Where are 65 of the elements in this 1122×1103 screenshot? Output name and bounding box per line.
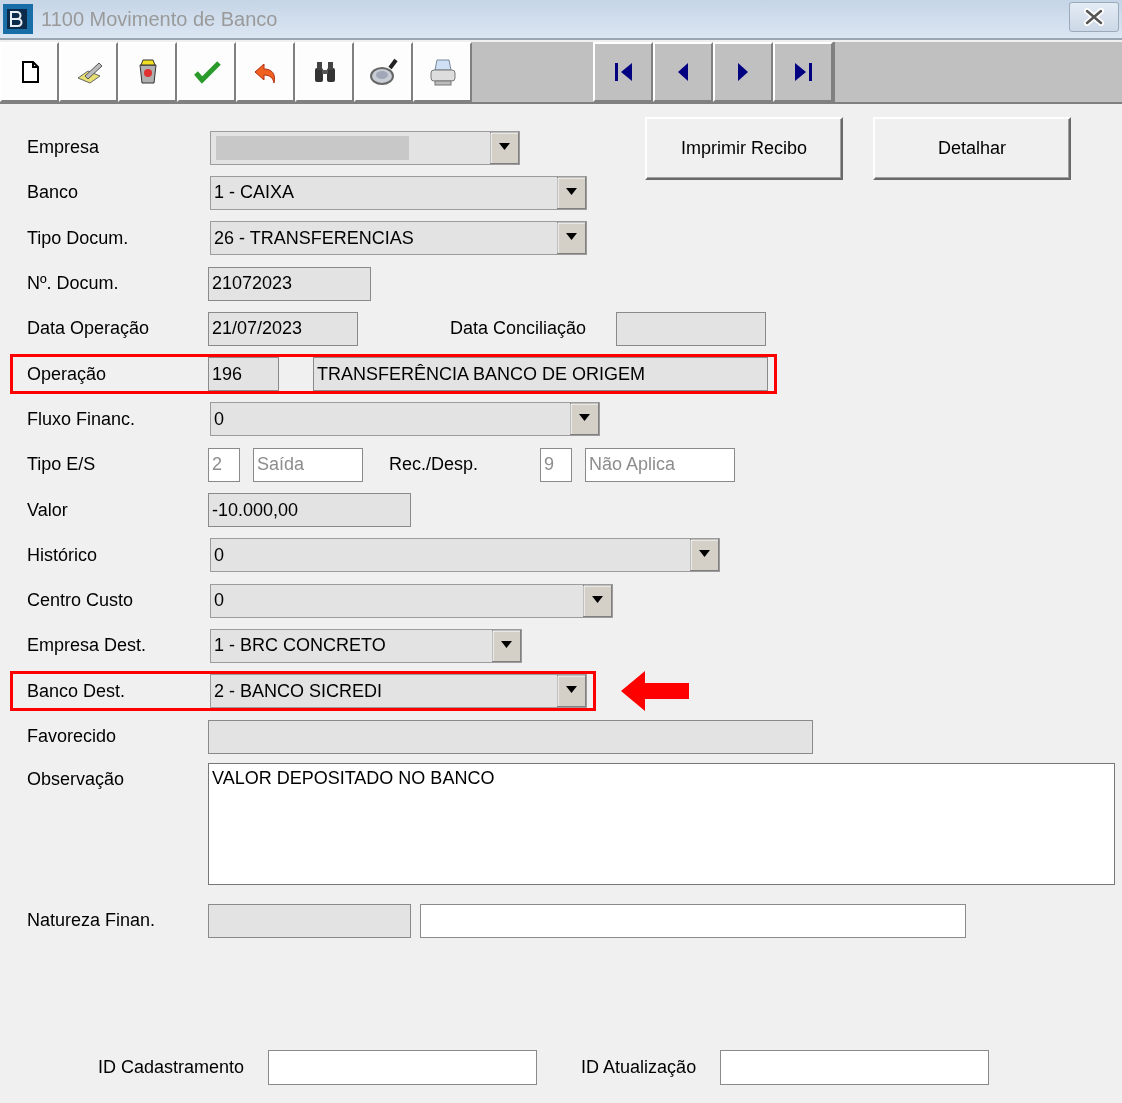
navigation-button[interactable] [593,42,653,102]
text-field[interactable] [268,1050,538,1086]
first-record-icon [614,63,632,81]
text-field[interactable] [720,1050,990,1086]
text-field[interactable]: -10.000,00 [208,493,411,527]
field-label: Fluxo Financ. [27,408,137,430]
text-field[interactable]: TRANSFERÊNCIA BANCO DE ORIGEM [313,357,768,392]
dropdown-arrow-icon[interactable] [583,584,612,617]
action-button[interactable]: Imprimir Recibo [645,117,843,180]
dropdown-field[interactable]: 0 [210,583,613,618]
close-button[interactable] [1069,2,1119,32]
toolbar-button[interactable] [295,42,354,102]
text-field[interactable] [420,903,966,938]
dropdown-field[interactable]: 1 - BRC CONCRETO [210,628,522,663]
dropdown-arrow-icon[interactable] [492,629,521,662]
field-label: Operação [27,363,108,385]
previous-record-icon [678,63,688,81]
field-label: Centro Custo [27,590,135,612]
field-label: Histórico [27,544,98,566]
field-label: Empresa Dest. [27,635,148,657]
dropdown-arrow-icon[interactable] [557,176,586,209]
field-label: Nº. Docum. [27,273,120,295]
dropdown-field[interactable] [210,130,520,165]
text-field[interactable]: 196 [208,357,279,392]
dropdown-arrow-icon[interactable] [690,539,719,572]
field-label: Data Conciliação [450,318,588,340]
field-label: Natureza Finan. [27,910,157,932]
field-label: Tipo Docum. [27,227,130,249]
dropdown-arrow-icon[interactable] [570,403,599,436]
text-area[interactable]: VALOR DEPOSITADO NO BANCO [208,763,1115,886]
text-field[interactable]: 21072023 [208,266,371,301]
field-label: Data Operação [27,318,151,340]
dropdown-field[interactable]: 2 - BANCO SICREDI [210,674,587,709]
dropdown-field[interactable]: 26 - TRANSFERENCIAS [210,221,587,256]
toolbar-button[interactable] [0,42,59,102]
dropdown-field[interactable]: 0 [210,538,720,573]
text-field[interactable] [208,903,411,938]
text-field[interactable]: 21/07/2023 [208,311,358,346]
dropdown-field[interactable]: 1 - CAIXA [210,175,587,210]
field-label: Empresa [27,137,101,159]
text-field[interactable] [616,311,766,346]
field-label: ID Atualização [581,1057,697,1079]
dropdown-field[interactable]: 0 [210,402,600,437]
field-label: Favorecido [27,726,118,747]
dropdown-arrow-icon[interactable] [557,675,586,708]
navigation-button[interactable] [653,42,713,102]
field-label: Rec./Desp. [389,454,480,476]
dropdown-arrow-icon[interactable] [490,131,519,164]
dropdown-arrow-icon[interactable] [557,222,586,255]
field-label: Tipo E/S [27,454,97,476]
field-label: Banco Dest. [27,680,127,702]
last-record-icon [794,63,812,81]
magnifier-icon [367,56,400,88]
navigation-button[interactable] [713,42,773,102]
app-logo-icon [3,4,33,34]
field-label: Observação [27,768,126,791]
close-icon [1083,8,1105,26]
window-title: 1100 Movimento de Banco [41,7,278,31]
field-label: Banco [27,182,80,204]
text-field[interactable] [208,719,813,754]
navigation-button[interactable] [773,42,833,102]
next-record-icon [738,63,748,81]
field-label: Valor [27,499,69,521]
field-label: ID Cadastramento [98,1057,245,1079]
action-button[interactable]: Detalhar [873,117,1071,180]
